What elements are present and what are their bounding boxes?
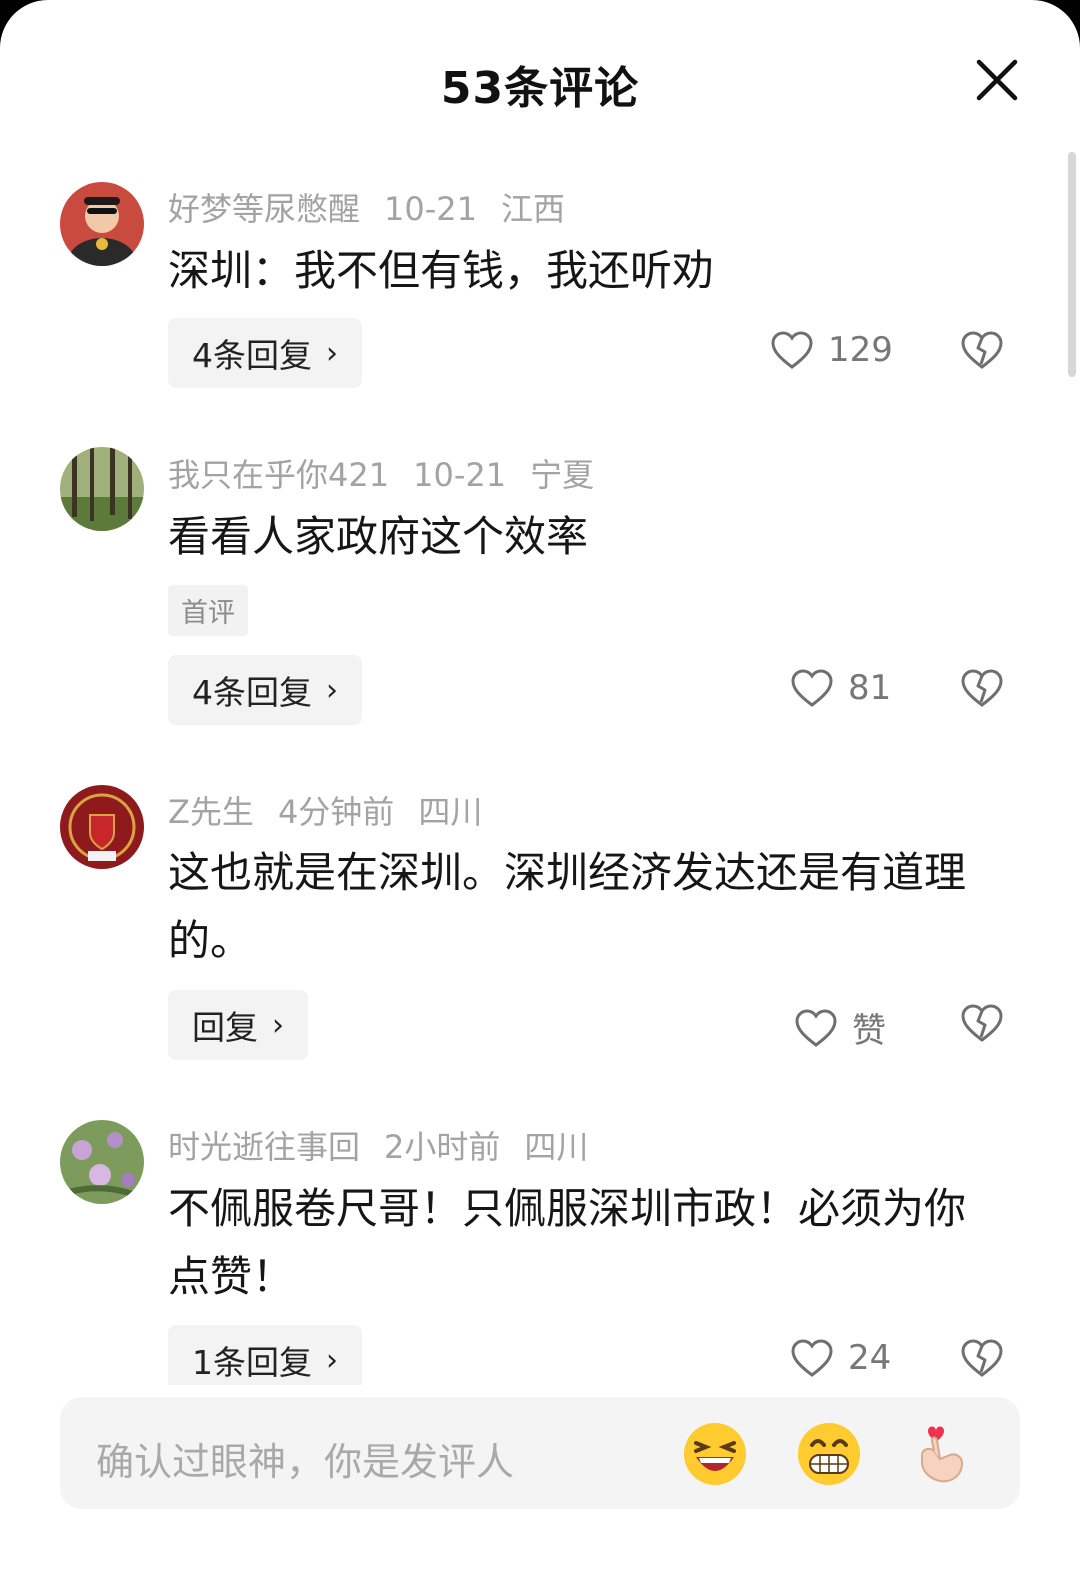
comment-location: 宁夏: [530, 456, 595, 494]
like-button[interactable]: 129: [770, 330, 893, 370]
replies-label: 1条回复: [192, 1343, 312, 1382]
comment-list: 好梦等尿憋醒 10-21 江西 深圳：我不但有钱，我还听劝 4条回复 › 129: [0, 0, 1080, 1385]
heart-outline-icon: [795, 1008, 837, 1047]
like-count: 81: [848, 668, 892, 708]
comment-text: 不佩服卷尺哥！只佩服深圳市政！必须为你点赞！: [168, 1184, 967, 1301]
first-comment-badge: 首评: [168, 585, 248, 636]
like-button[interactable]: 24: [790, 1338, 891, 1378]
dislike-button[interactable]: [960, 1003, 1004, 1047]
comment-location: 江西: [501, 190, 566, 228]
heart-outline-icon: [791, 669, 833, 707]
comment-text: 看看人家政府这个效率: [168, 512, 589, 561]
like-button[interactable]: 81: [790, 668, 891, 708]
comment-input-bar[interactable]: 确认过眼神，你是发评人: [60, 1397, 1020, 1509]
comments-sheet: 53条评论 好梦等尿憋醒 10-21 江西 深圳：我不但有钱，我还听劝 4条回复…: [0, 0, 1080, 1585]
laughing-emoji-button[interactable]: [682, 1421, 748, 1487]
view-replies-button[interactable]: 4条回复 ›: [168, 318, 362, 388]
broken-heart-icon: [961, 1004, 1003, 1042]
comment-meta: 好梦等尿憋醒 10-21 江西: [168, 184, 589, 230]
avatar[interactable]: [60, 447, 144, 531]
grinning-emoji-button[interactable]: [796, 1421, 862, 1487]
view-replies-button[interactable]: 4条回复 ›: [168, 655, 362, 725]
avatar[interactable]: [60, 785, 144, 869]
like-count: 赞: [852, 1011, 886, 1051]
broken-heart-icon: [961, 669, 1003, 707]
heart-outline-icon: [771, 331, 813, 369]
heart-outline-icon: [791, 1339, 833, 1377]
username[interactable]: Z先生: [168, 793, 254, 831]
like-count: 129: [828, 330, 893, 370]
chevron-right-icon: ›: [272, 1007, 284, 1043]
comment-location: 四川: [524, 1128, 589, 1166]
replies-label: 4条回复: [192, 673, 312, 712]
avatar[interactable]: [60, 1120, 144, 1204]
like-count: 24: [848, 1338, 892, 1378]
broken-heart-icon: [961, 331, 1003, 369]
replies-label: 4条回复: [192, 336, 312, 375]
reply-label: 回复: [192, 1008, 258, 1047]
comment-input-placeholder[interactable]: 确认过眼神，你是发评人: [96, 1431, 514, 1486]
chevron-right-icon: ›: [326, 672, 338, 708]
comment-meta: 我只在乎你421 10-21 宁夏: [168, 450, 618, 496]
dislike-button[interactable]: [960, 330, 1004, 374]
comment-date: 10-21: [384, 190, 477, 228]
comment-text: 深圳：我不但有钱，我还听劝: [168, 246, 715, 295]
comment-meta: Z先生 4分钟前 四川: [168, 787, 506, 833]
username[interactable]: 好梦等尿憋醒: [168, 190, 360, 228]
reply-button[interactable]: 回复 ›: [168, 990, 308, 1060]
finger-heart-emoji-icon: [921, 1426, 964, 1483]
broken-heart-icon: [961, 1339, 1003, 1377]
laughing-emoji-icon: [684, 1423, 746, 1485]
comment-text: 这也就是在深圳。深圳经济发达还是有道理的。: [168, 848, 967, 965]
view-replies-button[interactable]: 1条回复 ›: [168, 1325, 362, 1385]
comment-date: 4分钟前: [277, 793, 395, 831]
comment-meta: 时光逝往事回 2小时前 四川: [168, 1122, 612, 1168]
username[interactable]: 时光逝往事回: [168, 1128, 360, 1166]
dislike-button[interactable]: [960, 1338, 1004, 1382]
finger-heart-emoji-button[interactable]: [910, 1421, 976, 1487]
dislike-button[interactable]: [960, 668, 1004, 712]
comment-location: 四川: [418, 793, 483, 831]
comment-date: 10-21: [413, 456, 507, 494]
avatar[interactable]: [60, 182, 144, 266]
grinning-emoji-icon: [798, 1423, 860, 1485]
chevron-right-icon: ›: [326, 335, 338, 371]
chevron-right-icon: ›: [326, 1342, 338, 1378]
comment-date: 2小时前: [384, 1128, 501, 1166]
like-button[interactable]: 赞: [794, 1003, 886, 1052]
username[interactable]: 我只在乎你421: [168, 456, 389, 494]
